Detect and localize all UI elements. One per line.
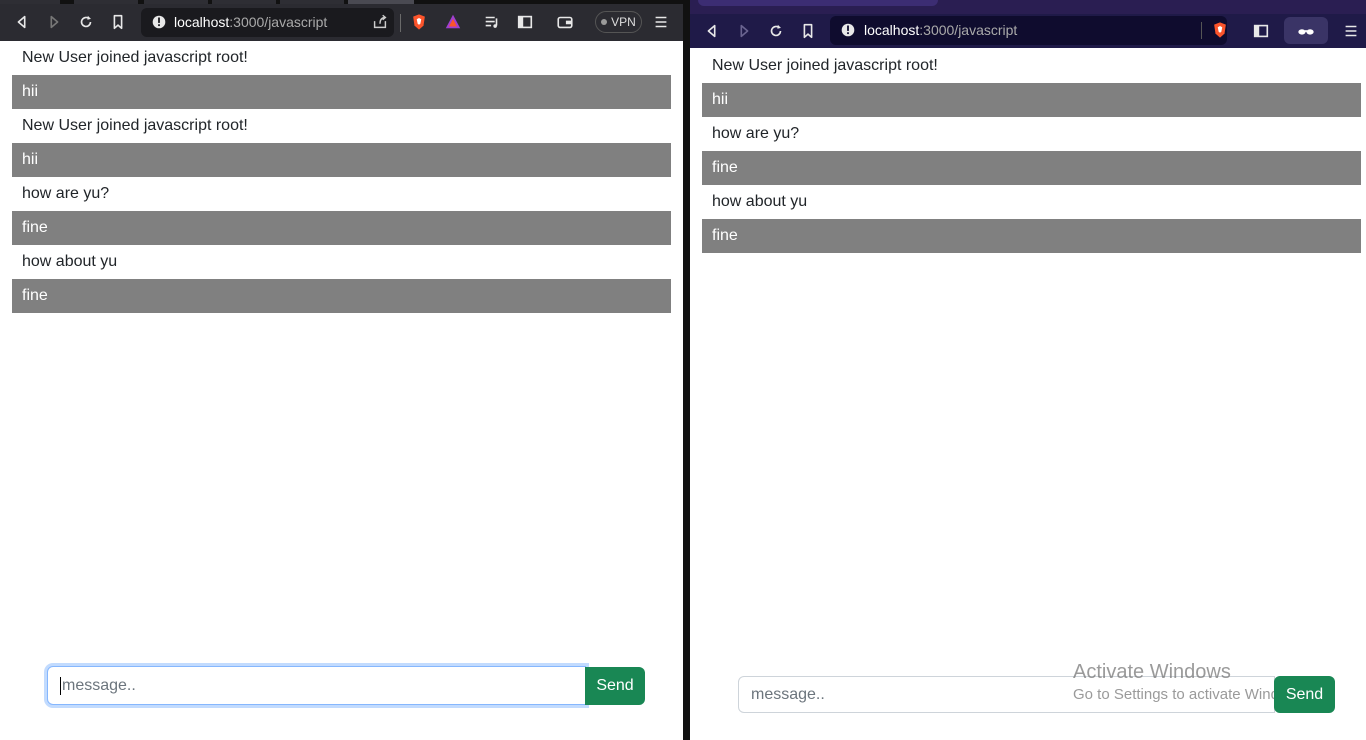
chat-message: how are yu?	[22, 185, 110, 202]
menu-icon[interactable]	[1341, 21, 1361, 41]
chat-message: hii	[12, 75, 671, 109]
sidebar-icon[interactable]	[515, 12, 535, 32]
address-bar[interactable]: localhost:3000/javascript	[830, 16, 1227, 45]
chat-message: fine	[12, 211, 671, 245]
send-button[interactable]: Send	[1274, 676, 1335, 713]
back-icon[interactable]	[702, 21, 722, 41]
tab-strip	[690, 0, 1366, 14]
wallet-icon[interactable]	[555, 12, 575, 32]
browser-toolbar: localhost:3000/javascript	[690, 14, 1366, 48]
message-list: New User joined javascript root! hii how a…	[702, 49, 1361, 253]
info-icon[interactable]	[838, 20, 858, 40]
text-caret	[60, 676, 61, 695]
sidebar-icon[interactable]	[1251, 21, 1271, 41]
input-placeholder: message..	[751, 685, 825, 703]
right-browser-window: localhost:3000/javascript New User joine…	[690, 0, 1366, 740]
private-window-badge	[1284, 17, 1328, 44]
window-divider	[683, 0, 690, 740]
chat-message: how about yu	[22, 253, 118, 270]
brave-rewards-icon[interactable]	[443, 12, 463, 32]
share-icon[interactable]	[370, 12, 390, 32]
chat-message: hii	[702, 83, 1361, 117]
url-text: localhost:3000/javascript	[174, 14, 328, 30]
chat-message: how are yu?	[712, 125, 800, 142]
playlist-icon[interactable]	[482, 12, 502, 32]
address-bar[interactable]: localhost:3000/javascript	[141, 8, 394, 37]
chat-message: fine	[702, 151, 1361, 185]
vpn-label: VPN	[611, 15, 636, 29]
menu-icon[interactable]	[651, 12, 671, 32]
chat-message: fine	[12, 279, 671, 313]
url-text: localhost:3000/javascript	[864, 22, 1018, 38]
message-list: New User joined javascript root! hii New U…	[12, 41, 671, 313]
chat-message: New User joined javascript root!	[22, 49, 248, 66]
chat-message: hii	[12, 143, 671, 177]
reload-icon[interactable]	[76, 12, 96, 32]
info-icon[interactable]	[149, 12, 169, 32]
forward-icon[interactable]	[734, 21, 754, 41]
message-input[interactable]: message..	[47, 666, 586, 705]
reload-icon[interactable]	[766, 21, 786, 41]
vpn-button[interactable]: VPN	[595, 11, 642, 33]
back-icon[interactable]	[12, 12, 32, 32]
chat-message: fine	[702, 219, 1361, 253]
bookmark-icon[interactable]	[798, 21, 818, 41]
private-glasses-icon	[1296, 21, 1316, 41]
forward-icon[interactable]	[44, 12, 64, 32]
vpn-status-dot	[601, 19, 608, 25]
browser-toolbar: localhost:3000/javascript VPN	[0, 4, 683, 41]
bookmark-icon[interactable]	[108, 12, 128, 32]
brave-shields-icon[interactable]	[409, 12, 429, 32]
chat-message: how about yu	[712, 193, 808, 210]
active-tab[interactable]	[698, 0, 938, 6]
send-button[interactable]: Send	[585, 667, 645, 705]
chat-message: New User joined javascript root!	[22, 117, 248, 134]
brave-shields-icon[interactable]	[1210, 20, 1230, 40]
input-placeholder: message..	[62, 676, 136, 694]
left-browser-window: localhost:3000/javascript VPN New User j…	[0, 0, 683, 740]
chat-message: New User joined javascript root!	[712, 57, 938, 74]
